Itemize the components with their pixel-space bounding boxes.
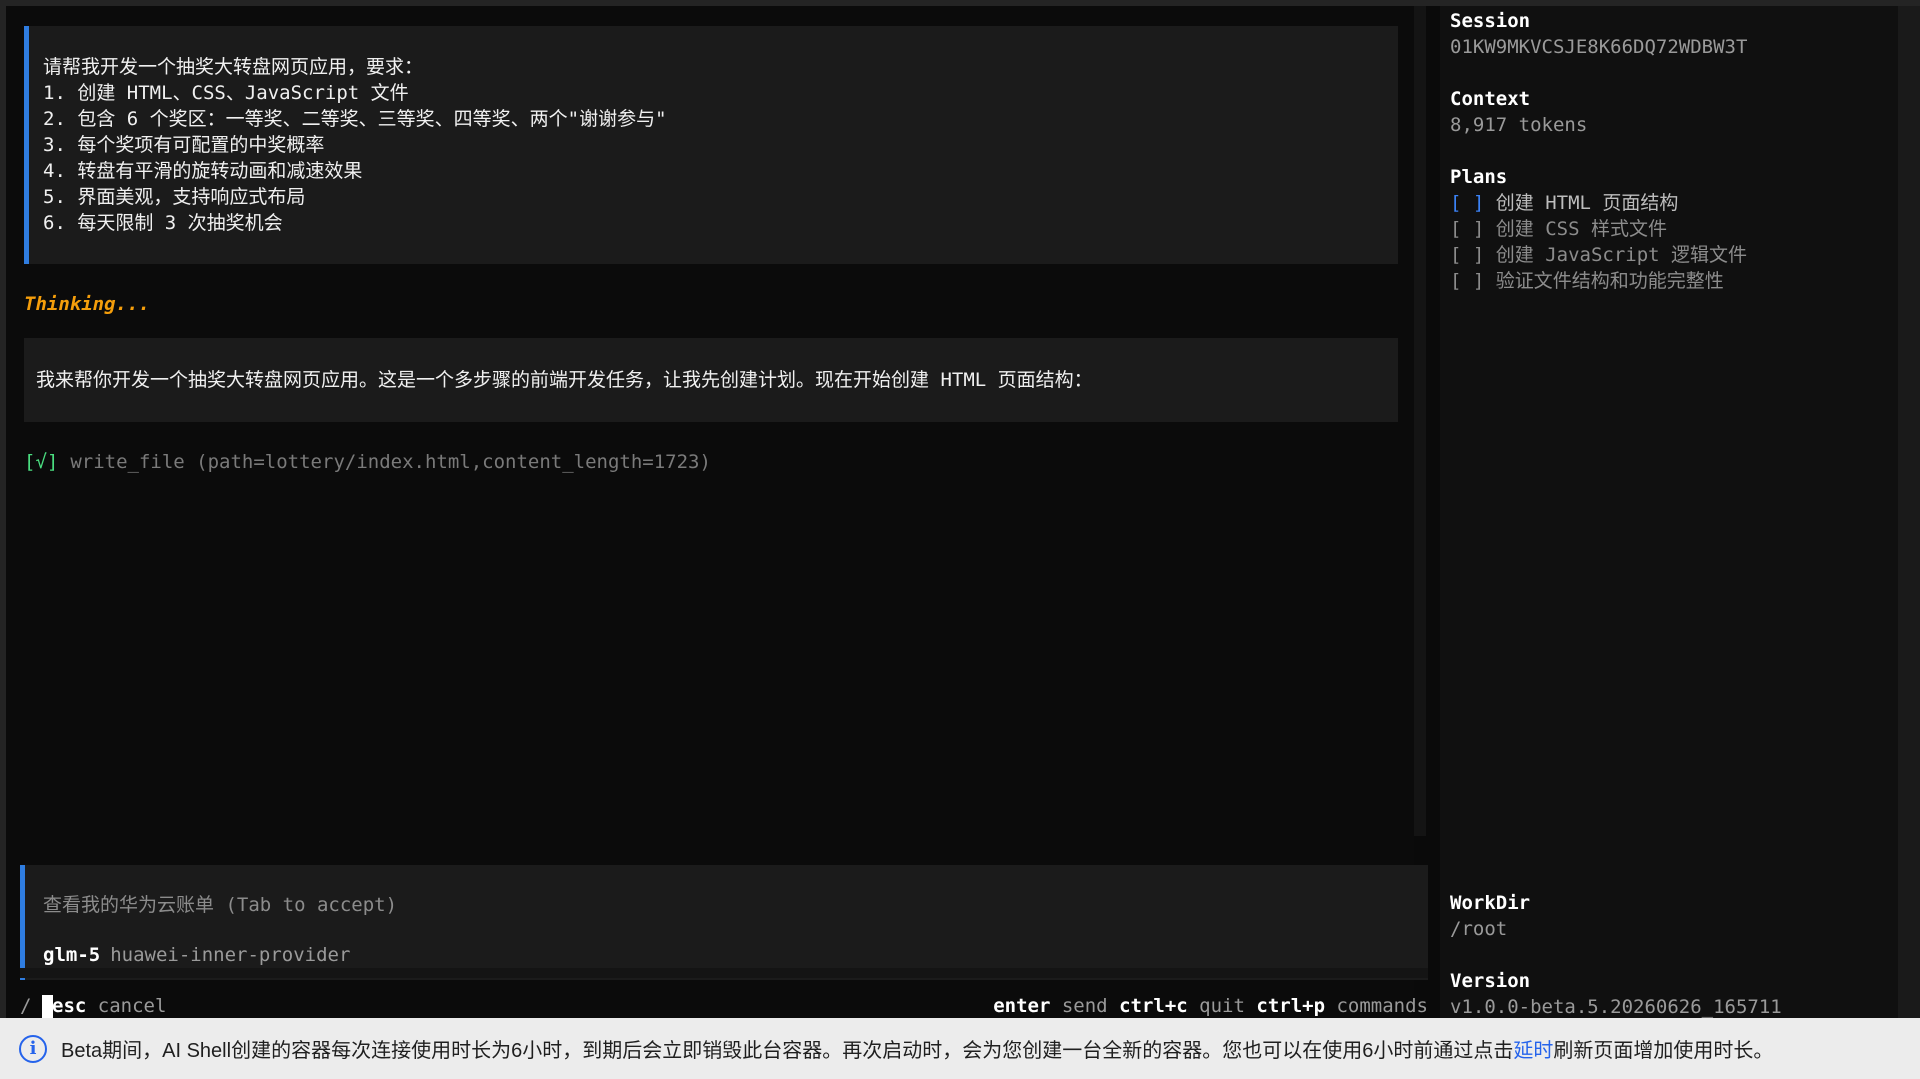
user-message-line: 2. 包含 6 个奖区：一等奖、二等奖、三等奖、四等奖、两个"谢谢参与" [43, 108, 667, 130]
tool-call: [√] write_file (path=lottery/index.html,c… [24, 451, 711, 473]
banner-text-after: 刷新页面增加使用时长。 [1553, 1040, 1774, 1062]
version-title: Version [1450, 970, 1531, 992]
model-selector[interactable]: glm-5 huawei-inner-provider [43, 944, 350, 966]
tool-name: write_file [70, 451, 185, 473]
input-suggestion[interactable]: 查看我的华为云账单 (Tab to accept) [43, 890, 397, 917]
session-section: Session 01KW9MKVCSJE8K66DQ72WDBW3T [1450, 8, 1747, 60]
context-title: Context [1450, 88, 1531, 110]
plans-section: Plans [ ] 创建 HTML 页面结构 [ ] 创建 CSS 样式文件 [… [1450, 164, 1747, 294]
quit-desc: quit [1199, 995, 1245, 1017]
provider-name: huawei-inner-provider [110, 944, 351, 966]
thinking-indicator: Thinking... [24, 293, 150, 315]
assistant-message: 我来帮你开发一个抽奖大转盘网页应用。这是一个多步骤的前端开发任务，让我先创建计划… [24, 338, 1398, 422]
user-message-line: 1. 创建 HTML、CSS、JavaScript 文件 [43, 82, 409, 104]
plan-item: [ ] 创建 CSS 样式文件 [1450, 216, 1747, 242]
session-title: Session [1450, 10, 1531, 32]
banner-text-before: Beta期间，AI Shell创建的容器每次连接使用时长为6小时，到期后会立即销… [61, 1040, 1514, 1062]
info-sidebar: Session 01KW9MKVCSJE8K66DQ72WDBW3T Conte… [1440, 6, 1900, 1018]
banner-text: Beta期间，AI Shell创建的容器每次连接使用时长为6小时，到期后会立即销… [61, 1034, 1773, 1063]
plan-label: 创建 JavaScript 逻辑文件 [1495, 244, 1748, 266]
user-message-line: 3. 每个奖项有可配置的中奖概率 [43, 134, 325, 156]
esc-hint[interactable]: esc cancel [52, 995, 166, 1017]
sidebar-scrollbar[interactable] [1898, 6, 1920, 1018]
info-icon: i [19, 1034, 47, 1063]
action-hints: enter send ctrl+c quit ctrl+p commands [993, 995, 1428, 1017]
plan-label: 验证文件结构和功能完整性 [1495, 270, 1724, 292]
plan-checkbox: [ ] [1450, 192, 1485, 214]
plan-item: [ ] 创建 HTML 页面结构 [1450, 190, 1747, 216]
esc-key: esc [52, 995, 87, 1017]
context-value: 8,917 tokens [1450, 114, 1588, 136]
prompt-input[interactable]: 查看我的华为云账单 (Tab to accept) glm-5 huawei-in… [20, 865, 1428, 980]
enter-key[interactable]: enter [993, 995, 1050, 1017]
extend-time-link[interactable]: 延时 [1513, 1040, 1553, 1062]
quit-key[interactable]: ctrl+c [1119, 995, 1188, 1017]
model-name: glm-5 [43, 944, 101, 966]
plan-checkbox: [ ] [1450, 270, 1485, 292]
plan-checkbox: [ ] [1450, 218, 1485, 240]
workdir-section: WorkDir /root [1450, 890, 1530, 942]
user-message: 请帮我开发一个抽奖大转盘网页应用，要求： 1. 创建 HTML、CSS、Java… [24, 26, 1398, 264]
chat-scrollbar[interactable] [1414, 6, 1426, 836]
plans-title: Plans [1450, 166, 1508, 188]
context-section: Context 8,917 tokens [1450, 86, 1587, 138]
enter-desc: send [1061, 995, 1108, 1017]
tool-args: (path=lottery/index.html,content_length=… [196, 451, 711, 473]
commands-desc: commands [1336, 995, 1428, 1017]
command-prefix: / [20, 995, 32, 1017]
session-id: 01KW9MKVCSJE8K66DQ72WDBW3T [1450, 36, 1748, 58]
user-message-line: 5. 界面美观，支持响应式布局 [43, 186, 306, 208]
version-value: v1.0.0-beta.5.20260626_165711 [1450, 996, 1782, 1018]
user-message-line: 6. 每天限制 3 次抽奖机会 [43, 212, 283, 234]
plan-label: 创建 CSS 样式文件 [1495, 218, 1667, 240]
plan-item: [ ] 验证文件结构和功能完整性 [1450, 268, 1747, 294]
user-message-line: 4. 转盘有平滑的旋转动画和减速效果 [43, 160, 363, 182]
version-section: Version v1.0.0-beta.5.20260626_165711 [1450, 968, 1782, 1020]
workdir-value: /root [1450, 918, 1508, 940]
user-message-line: 请帮我开发一个抽奖大转盘网页应用，要求： [43, 56, 424, 78]
input-divider [20, 968, 1428, 978]
plan-label: 创建 HTML 页面结构 [1495, 192, 1679, 214]
plan-item: [ ] 创建 JavaScript 逻辑文件 [1450, 242, 1747, 268]
commands-key[interactable]: ctrl+p [1256, 995, 1325, 1017]
workdir-title: WorkDir [1450, 892, 1531, 914]
beta-notice-banner: i Beta期间，AI Shell创建的容器每次连接使用时长为6小时，到期后会立… [0, 1018, 1920, 1079]
tool-status-check: [√] [24, 451, 59, 473]
esc-desc: cancel [97, 995, 167, 1017]
plan-checkbox: [ ] [1450, 244, 1485, 266]
